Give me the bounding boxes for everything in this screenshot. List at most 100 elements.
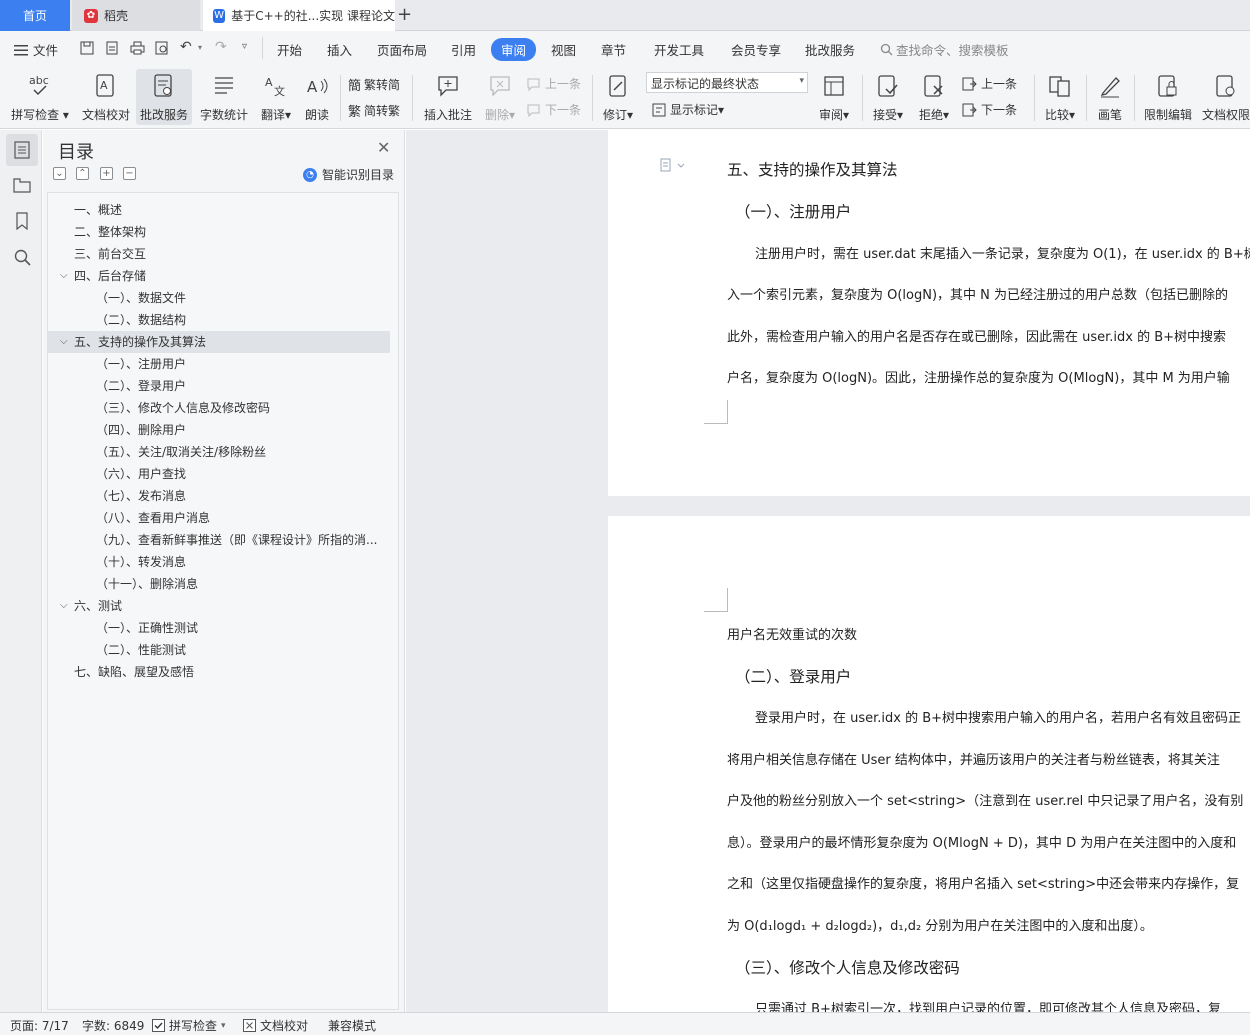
close-icon[interactable]: ✕ <box>377 138 390 157</box>
expand-toggle-icon[interactable]: ⌵ <box>60 265 68 287</box>
toc-item[interactable]: ⌵ 四、后台存储 <box>48 265 390 287</box>
bookmark-icon[interactable] <box>11 210 33 232</box>
review-pane-button[interactable]: 审阅▾ <box>814 69 854 125</box>
compare-button[interactable]: 比较▾ <box>1040 69 1080 125</box>
prev-change-button[interactable]: 上一条 <box>962 75 1017 92</box>
next-change-button[interactable]: 下一条 <box>962 101 1017 118</box>
expand-toggle-icon[interactable]: ⌵ <box>60 331 68 353</box>
toc-item[interactable]: （五）、关注/取消关注/移除粉丝 <box>48 441 390 463</box>
chevron-down-icon: ▾ <box>221 1020 226 1031</box>
paragraph-tool-icon[interactable] <box>660 158 688 172</box>
toc-item[interactable]: （六）、用户查找 <box>48 463 390 485</box>
toc-item[interactable]: （二）、登录用户 <box>48 375 390 397</box>
add-heading-icon[interactable]: + <box>100 167 113 180</box>
toc-item[interactable]: 二、整体架构 <box>48 221 390 243</box>
status-doc-check[interactable]: 文档校对 <box>243 1017 308 1034</box>
toc-item[interactable]: （一）、数据文件 <box>48 287 390 309</box>
toc-item[interactable]: （四）、删除用户 <box>48 419 390 441</box>
toc-item[interactable]: （三）、修改个人信息及修改密码 <box>48 397 390 419</box>
accept-button[interactable]: 接受▾ <box>868 69 908 125</box>
toc-item[interactable]: 一、概述 <box>48 199 390 221</box>
pen-button[interactable]: 画笔 <box>1092 69 1128 125</box>
menu-developer[interactable]: 开发工具 <box>654 40 704 59</box>
new-tab-icon[interactable]: + <box>397 5 412 25</box>
menu-chapter[interactable]: 章节 <box>601 40 626 59</box>
markup-state-select[interactable]: 显示标记的最终状态 ▾ <box>646 72 808 93</box>
undo-icon[interactable]: ↶ <box>180 39 192 55</box>
show-markup-button[interactable]: 显示标记 ▾ <box>652 101 724 118</box>
toc-item[interactable]: （八）、查看用户消息 <box>48 507 390 529</box>
restrict-edit-button[interactable]: 限制编辑 <box>1140 69 1196 125</box>
chapter-nav-icon[interactable] <box>11 174 33 196</box>
toc-item[interactable]: （十一）、删除消息 <box>48 573 390 595</box>
tab-daoke[interactable]: ✿ 稻壳 <box>72 0 200 31</box>
next-comment-icon <box>527 104 540 117</box>
redo-icon[interactable]: ↷ <box>215 39 227 55</box>
menu-review[interactable]: 审阅 <box>491 38 537 61</box>
insert-comment-button[interactable]: 插入批注 <box>420 69 476 125</box>
translate-button[interactable]: A文 翻译▾ <box>256 69 296 125</box>
print-preview-icon[interactable] <box>155 41 169 55</box>
expand-toggle-icon[interactable]: ⌵ <box>60 595 68 617</box>
doc-permission-button[interactable]: 文档权限 <box>1198 69 1250 125</box>
collapse-level-icon[interactable]: ⌄ <box>53 167 66 180</box>
toc-item-label: （二）、数据结构 <box>96 313 187 327</box>
menu-references[interactable]: 引用 <box>451 40 476 59</box>
undo-dropdown-icon[interactable]: ▾ <box>198 43 202 52</box>
spell-check-button[interactable]: abc 拼写检查 ▾ <box>8 69 72 125</box>
toc-item-label: 五、支持的操作及其算法 <box>74 335 207 349</box>
print-icon[interactable] <box>130 41 145 55</box>
word-count-indicator[interactable]: 字数: 6849 <box>82 1017 144 1034</box>
reject-button[interactable]: 拒绝▾ <box>914 69 954 125</box>
toc-item[interactable]: （二）、数据结构 <box>48 309 390 331</box>
menu-insert[interactable]: 插入 <box>327 40 352 59</box>
delete-comment-button[interactable]: 删除▾ <box>480 69 520 125</box>
toc-item[interactable]: （二）、性能测试 <box>48 639 390 661</box>
reject-icon <box>920 72 948 100</box>
insert-comment-label: 插入批注 <box>423 108 472 122</box>
toc-item[interactable]: （十）、转发消息 <box>48 551 390 573</box>
remove-heading-icon[interactable]: − <box>123 167 136 180</box>
menu-view[interactable]: 视图 <box>551 40 576 59</box>
next-comment-button[interactable]: 下一条 <box>526 101 581 118</box>
doc-check-button[interactable]: A 文档校对 <box>78 69 134 125</box>
toc-item[interactable]: ⌵ 五、支持的操作及其算法 <box>48 331 390 353</box>
page-indicator[interactable]: 页面: 7/17 <box>10 1017 69 1034</box>
to-traditional-button[interactable]: 繁简转繁 <box>348 101 400 120</box>
toc-item-label: 七、缺陷、展望及感悟 <box>74 665 195 679</box>
read-aloud-button[interactable]: A 朗读 <box>300 69 334 125</box>
menu-review-service[interactable]: 批改服务 <box>805 40 855 59</box>
prev-comment-button[interactable]: 上一条 <box>526 75 581 92</box>
track-changes-button[interactable]: 修订▾ <box>598 69 638 125</box>
status-spell-check[interactable]: 拼写检查 ▾ <box>152 1017 226 1034</box>
toc-item[interactable]: （七）、发布消息 <box>48 485 390 507</box>
menu-member[interactable]: 会员专享 <box>731 40 781 59</box>
document-page[interactable]: 用户名无效重试的次数 （二）、登录用户 登录用户时，在 user.idx 的 B… <box>608 516 1250 1017</box>
find-icon[interactable] <box>11 246 33 268</box>
menu-start[interactable]: 开始 <box>277 40 302 59</box>
to-simplified-button[interactable]: 簡繁转简 <box>348 75 400 94</box>
save-icon[interactable] <box>80 41 94 55</box>
toc-item[interactable]: 三、前台交互 <box>48 243 390 265</box>
toolbar-separator <box>1086 75 1087 121</box>
search-icon <box>880 43 893 56</box>
document-page[interactable]: 五、支持的操作及其算法 （一）、注册用户 注册用户时，需在 user.dat 末… <box>608 130 1250 496</box>
quick-access-dropdown-icon[interactable]: ▿ <box>242 41 247 52</box>
tab-document[interactable]: W 基于C++的社...实现 课程论文 <box>203 0 395 31</box>
menu-page-layout[interactable]: 页面布局 <box>377 40 427 59</box>
spell-check-icon: abc <box>26 72 54 100</box>
file-menu[interactable]: 文件 <box>14 40 58 59</box>
export-pdf-icon[interactable] <box>105 41 119 55</box>
toc-item[interactable]: （一）、注册用户 <box>48 353 390 375</box>
tab-home[interactable]: 首页 <box>0 0 70 31</box>
toc-item[interactable]: （一）、正确性测试 <box>48 617 390 639</box>
word-count-button[interactable]: 字数统计 <box>196 69 252 125</box>
smart-toc-button[interactable]: ◔ 智能识别目录 <box>303 166 394 183</box>
command-search[interactable]: 查找命令、搜索模板 <box>880 40 1009 59</box>
toc-item[interactable]: ⌵ 六、测试 <box>48 595 390 617</box>
toc-item[interactable]: 七、缺陷、展望及感悟 <box>48 661 390 683</box>
toc-item[interactable]: （九）、查看新鲜事推送（即《课程设计》所指的消... <box>48 529 390 551</box>
expand-level-icon[interactable]: ⌃ <box>76 167 89 180</box>
toc-panel-icon[interactable] <box>11 139 33 161</box>
review-service-button[interactable]: 批改服务 <box>136 69 192 125</box>
